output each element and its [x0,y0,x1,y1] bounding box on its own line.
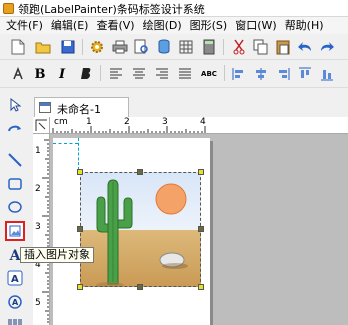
align-right-icon[interactable] [153,65,171,83]
document-window-icon [39,102,51,113]
ruler-corner [33,117,50,134]
guide-line [53,143,78,144]
pointer-icon[interactable] [5,95,25,115]
text-style-button[interactable]: ABC [198,65,220,83]
app-icon [3,3,14,14]
resize-handle[interactable] [77,284,83,290]
align-objects-center-icon[interactable] [252,65,270,83]
rotate-tool-icon[interactable] [5,120,25,140]
wordart-tool-icon[interactable]: A [5,268,25,288]
font-icon[interactable] [9,65,27,83]
circle-text-tool-icon[interactable]: A [5,292,25,312]
tooltip: 插入图片对象 [20,247,94,263]
database-icon[interactable] [155,38,173,56]
format-toolbar: B I ABC [0,60,348,88]
insert-picture-button[interactable] [5,221,25,241]
standard-toolbar [0,34,348,60]
new-document-icon[interactable] [9,38,27,56]
settings-gear-icon[interactable] [88,38,106,56]
align-objects-right-icon[interactable] [274,65,292,83]
print-preview-icon[interactable] [133,38,151,56]
italic-button[interactable]: I [53,65,71,83]
resize-handle[interactable] [198,284,204,290]
paste-icon[interactable] [274,38,292,56]
menu-shape[interactable]: 图形(S) [186,17,232,34]
resize-handle[interactable] [137,284,143,290]
svg-text:A: A [11,274,19,285]
align-objects-top-icon[interactable] [296,65,314,83]
grid-icon[interactable] [177,38,195,56]
svg-text:A: A [12,298,19,307]
calculator-icon[interactable] [200,38,218,56]
bold-button[interactable]: B [31,65,49,83]
title-bar: 领跑(LabelPainter)条码标签设计系统 [0,0,348,17]
align-objects-bottom-icon[interactable] [318,65,336,83]
guide-line [78,138,79,170]
align-objects-left-icon[interactable] [230,65,248,83]
drawing-toolbox: A A A [0,90,30,325]
save-icon[interactable] [59,38,77,56]
menu-edit[interactable]: 编辑(E) [47,17,93,34]
resize-handle[interactable] [77,169,83,175]
align-left-icon[interactable] [107,65,125,83]
justify-icon[interactable] [176,65,194,83]
resize-handle[interactable] [77,226,83,232]
resize-handle[interactable] [198,226,204,232]
print-icon[interactable] [111,38,129,56]
selection-box [80,172,201,287]
vertical-ruler: 1 2 3 4 5 [33,134,50,325]
rectangle-tool-icon[interactable] [5,174,25,194]
redo-icon[interactable] [318,38,336,56]
copy-icon[interactable] [252,38,270,56]
window-title: 领跑(LabelPainter)条码标签设计系统 [18,3,205,16]
document-tab[interactable]: 未命名-1 [34,97,129,117]
undo-icon[interactable] [296,38,314,56]
resize-handle[interactable] [198,169,204,175]
bold-italic-icon[interactable] [76,65,94,83]
menu-bar: 文件(F) 编辑(E) 查看(V) 绘图(D) 图形(S) 窗口(W) 帮助(H… [0,17,348,34]
barcode-tool-icon[interactable] [5,314,25,325]
menu-view[interactable]: 查看(V) [92,17,138,34]
resize-handle[interactable] [137,169,143,175]
horizontal-ruler: cm 1 2 3 4 [50,117,348,134]
line-tool-icon[interactable] [5,150,25,170]
menu-file[interactable]: 文件(F) [2,17,47,34]
ellipse-tool-icon[interactable] [5,197,25,217]
open-folder-icon[interactable] [34,38,52,56]
document-tab-label: 未命名-1 [57,103,101,116]
menu-help[interactable]: 帮助(H) [281,17,328,34]
align-center-icon[interactable] [130,65,148,83]
menu-window[interactable]: 窗口(W) [231,17,280,34]
menu-draw[interactable]: 绘图(D) [139,17,186,34]
cut-icon[interactable] [230,38,248,56]
